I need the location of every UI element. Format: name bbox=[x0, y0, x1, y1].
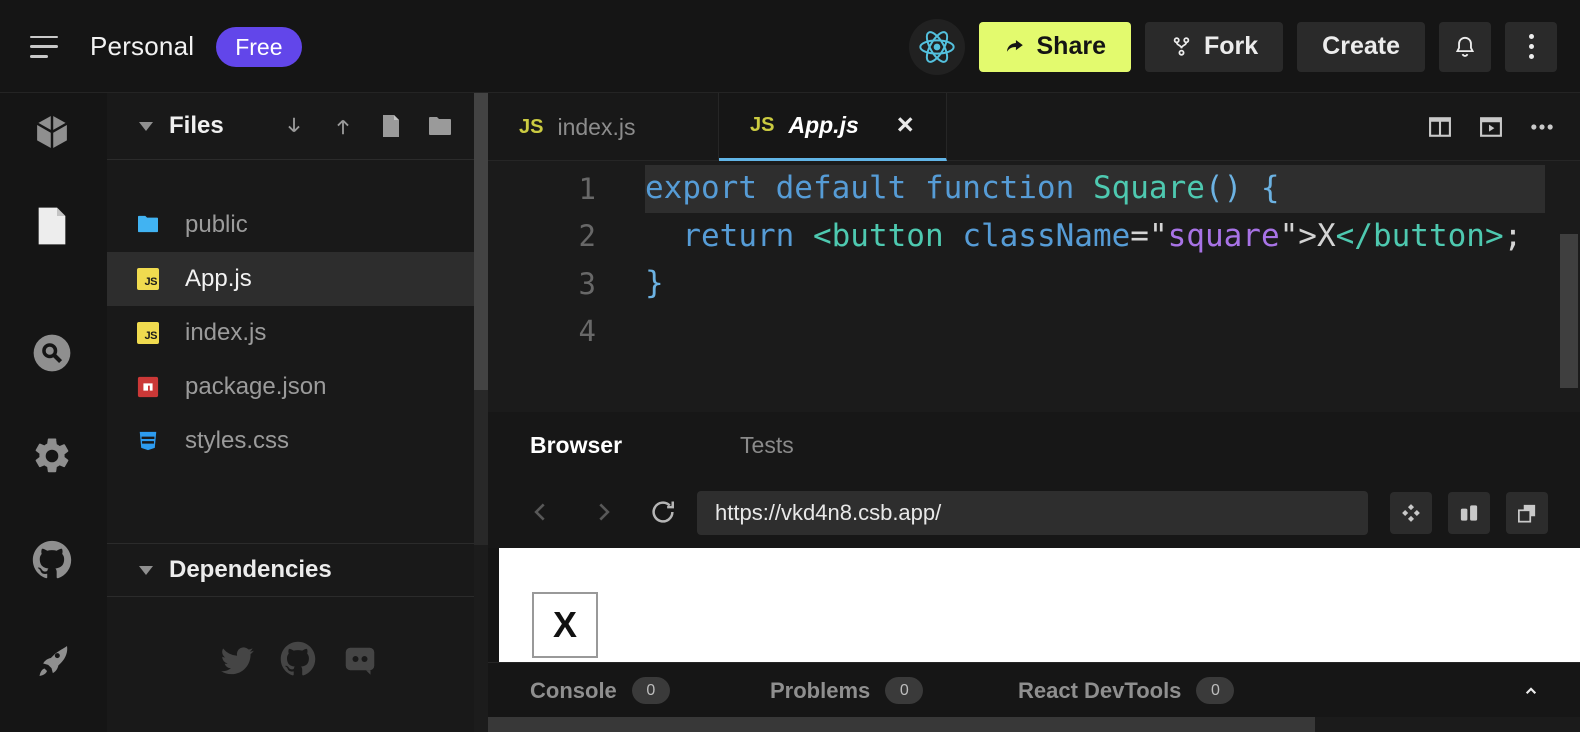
github-icon[interactable] bbox=[30, 538, 74, 582]
tab-tests[interactable]: Tests bbox=[740, 432, 794, 459]
chevron-down-icon bbox=[139, 122, 153, 131]
square-button[interactable]: X bbox=[532, 592, 598, 658]
share-arrow-icon bbox=[1004, 36, 1026, 58]
back-icon[interactable] bbox=[528, 497, 554, 527]
code-line: 3} bbox=[488, 260, 1580, 308]
discord-icon[interactable] bbox=[342, 641, 378, 677]
fork-icon bbox=[1170, 35, 1193, 58]
dependencies-section-header[interactable]: Dependencies bbox=[107, 543, 474, 597]
file-row-indexjs[interactable]: JS index.js bbox=[107, 306, 474, 360]
file-row-public[interactable]: public bbox=[107, 198, 474, 252]
preview-horizontal-scrollbar[interactable] bbox=[488, 717, 1580, 732]
more-options-kebab-button[interactable] bbox=[1505, 22, 1557, 72]
create-button[interactable]: Create bbox=[1297, 22, 1425, 72]
search-icon[interactable] bbox=[30, 331, 74, 375]
fork-button[interactable]: Fork bbox=[1145, 22, 1283, 72]
editor-vertical-scrollbar[interactable] bbox=[1560, 234, 1578, 388]
problems-count-badge: 0 bbox=[885, 677, 923, 704]
browser-toolbar bbox=[488, 478, 1580, 548]
js-file-glyph: JS bbox=[519, 116, 543, 139]
code-line: 1export default function Square() { bbox=[488, 165, 1580, 213]
top-header: Personal Free Share Fork Create bbox=[0, 0, 1580, 93]
hamburger-menu-icon[interactable] bbox=[30, 36, 60, 58]
js-file-glyph: JS bbox=[750, 114, 774, 137]
preview-tabs: Browser Tests bbox=[488, 412, 1580, 478]
activity-rail bbox=[0, 93, 107, 732]
code-lines: 1export default function Square() {2 ret… bbox=[488, 165, 1580, 355]
npm-package-icon bbox=[137, 376, 159, 398]
files-title: Files bbox=[169, 112, 224, 140]
url-input[interactable] bbox=[697, 491, 1368, 535]
devtools-count-badge: 0 bbox=[1196, 677, 1234, 704]
folder-icon bbox=[137, 214, 159, 236]
share-button[interactable]: Share bbox=[979, 22, 1131, 72]
editor-tabbar: JS index.js JS App.js × bbox=[488, 93, 1580, 161]
console-count-badge: 0 bbox=[632, 677, 670, 704]
forward-icon[interactable] bbox=[590, 497, 616, 527]
new-folder-icon[interactable] bbox=[428, 115, 452, 137]
devtools-bar: Console 0 Problems 0 React DevTools 0 bbox=[488, 662, 1580, 717]
refresh-icon[interactable] bbox=[648, 496, 678, 528]
expand-devtools-chevron-icon[interactable] bbox=[1518, 677, 1544, 703]
code-line: 4 bbox=[488, 308, 1580, 356]
bell-icon bbox=[1452, 34, 1478, 60]
tab-browser[interactable]: Browser bbox=[530, 432, 622, 459]
preview-panel: Browser Tests X Console 0 Problems 0 bbox=[488, 412, 1580, 732]
preview-actions-icon[interactable] bbox=[1390, 492, 1432, 534]
codesandbox-app: Personal Free Share Fork Create bbox=[0, 0, 1580, 732]
javascript-file-icon: JS bbox=[137, 268, 159, 290]
rocket-deploy-icon[interactable] bbox=[30, 639, 74, 683]
browser-preview: X bbox=[488, 548, 1580, 662]
close-tab-icon[interactable]: × bbox=[897, 111, 914, 140]
code-editor: JS index.js JS App.js × 1export default … bbox=[488, 93, 1580, 412]
preview-window-icon[interactable] bbox=[1477, 113, 1505, 141]
open-in-new-window-icon[interactable] bbox=[1506, 492, 1548, 534]
new-file-icon[interactable] bbox=[381, 114, 401, 138]
box-icon[interactable] bbox=[30, 110, 74, 154]
editor-more-options-icon[interactable] bbox=[1528, 113, 1556, 141]
file-row-stylescss[interactable]: styles.css bbox=[107, 414, 474, 468]
tab-appjs[interactable]: JS App.js × bbox=[719, 93, 947, 161]
react-devtools-tab[interactable]: React DevTools 0 bbox=[1018, 663, 1234, 718]
tab-indexjs[interactable]: JS index.js bbox=[488, 93, 719, 161]
files-panel-scrollbar[interactable] bbox=[474, 93, 488, 732]
file-row-packagejson[interactable]: package.json bbox=[107, 360, 474, 414]
code-area[interactable]: 1export default function Square() {2 ret… bbox=[488, 161, 1580, 412]
chevron-down-icon bbox=[139, 566, 153, 575]
javascript-file-icon: JS bbox=[137, 322, 159, 344]
scrollbar-thumb[interactable] bbox=[488, 717, 1315, 732]
social-links bbox=[107, 641, 474, 677]
upload-icon[interactable] bbox=[332, 114, 354, 138]
workspace-name: Personal bbox=[90, 31, 194, 62]
problems-tab[interactable]: Problems 0 bbox=[770, 663, 923, 718]
css-file-icon bbox=[137, 430, 159, 452]
file-row-appjs[interactable]: JS App.js bbox=[107, 252, 474, 306]
file-explorer-icon[interactable] bbox=[30, 204, 74, 248]
responsive-mode-icon[interactable] bbox=[1448, 492, 1490, 534]
files-sidebar: Files public JS App.js JS index.js packa… bbox=[107, 93, 474, 732]
files-section-header[interactable]: Files bbox=[107, 93, 474, 160]
kebab-icon bbox=[1529, 34, 1534, 59]
settings-gear-icon[interactable] bbox=[30, 434, 74, 478]
split-view-icon[interactable] bbox=[1426, 113, 1454, 141]
react-logo-icon bbox=[909, 19, 965, 75]
rendered-app: X bbox=[499, 548, 1580, 662]
download-icon[interactable] bbox=[283, 114, 305, 138]
plan-badge: Free bbox=[216, 27, 301, 67]
code-line: 2 return <button className="square">X</b… bbox=[488, 213, 1580, 261]
github-icon[interactable] bbox=[280, 641, 316, 677]
scrollbar-thumb[interactable] bbox=[474, 93, 488, 390]
twitter-icon[interactable] bbox=[218, 641, 254, 677]
console-tab[interactable]: Console 0 bbox=[530, 663, 670, 718]
notifications-bell-button[interactable] bbox=[1439, 22, 1491, 72]
